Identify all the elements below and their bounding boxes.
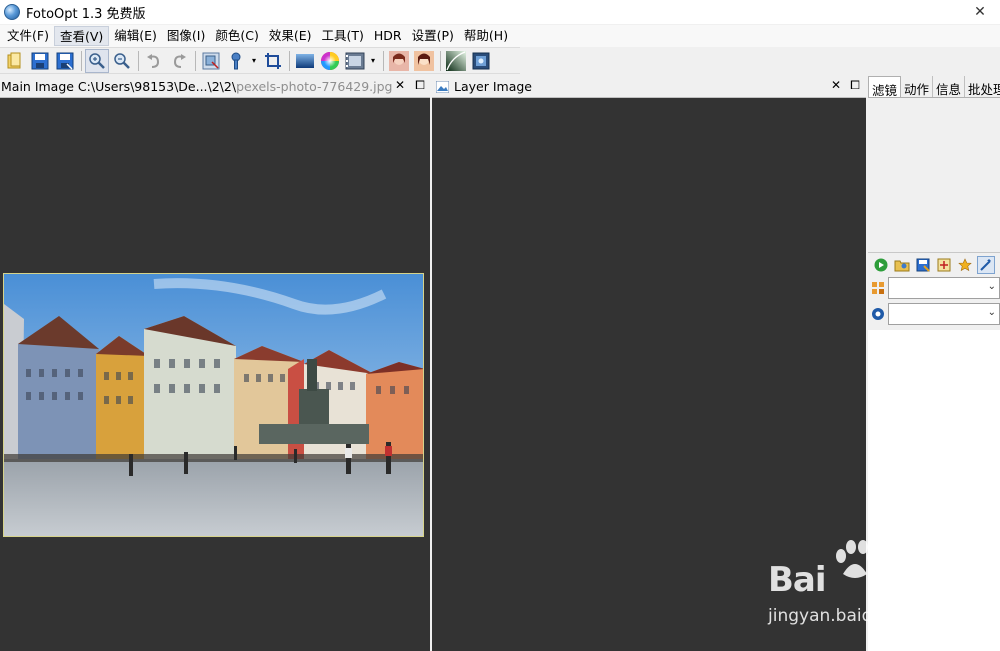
save-filter-icon[interactable]	[914, 256, 932, 274]
tab-batch[interactable]: 批处理	[965, 76, 1000, 97]
layer-image-panel-header: Layer Image ✕ ⧠	[432, 76, 866, 98]
preset-target-icon	[871, 307, 885, 321]
tab-actions[interactable]: 动作	[901, 76, 934, 97]
filter-category-select[interactable]: ⌄	[888, 277, 1000, 299]
menu-color[interactable]: 颜色(C)	[210, 26, 263, 46]
gradient-icon[interactable]	[293, 49, 317, 73]
toolbar-separator	[440, 50, 441, 71]
menu-edit[interactable]: 编辑(E)	[109, 26, 162, 46]
menu-bar: 文件(F) 查看(V) 编辑(E) 图像(I) 颜色(C) 效果(E) 工具(T…	[0, 25, 1000, 47]
menu-tools[interactable]: 工具(T)	[317, 26, 369, 46]
title-bar: FotoOpt 1.3 免费版 ✕	[0, 0, 1000, 24]
open-folder-icon[interactable]	[893, 256, 911, 274]
undo-icon[interactable]	[142, 49, 166, 73]
toolbar-separator	[195, 50, 196, 71]
menu-settings[interactable]: 设置(P)	[407, 26, 459, 46]
filter-preview-area	[868, 98, 1000, 248]
menu-hdr[interactable]: HDR	[369, 26, 407, 46]
toolbar-separator	[383, 50, 384, 71]
layer-panel-close-button[interactable]: ✕	[828, 78, 844, 92]
watermark-brand: Bai	[768, 560, 827, 600]
baidu-jingyan-watermark: Bai 经验 jingyan.baidu.com	[765, 540, 985, 630]
filter-preset-select[interactable]: ⌄	[888, 303, 1000, 325]
toolbar-separator	[138, 50, 139, 71]
tab-info[interactable]: 信息	[933, 76, 966, 97]
save-as-icon[interactable]	[53, 49, 77, 73]
filter-preset-row: ⌄	[868, 302, 1000, 326]
toolbar-separator	[81, 50, 82, 71]
main-image-path: Main Image C:\Users\98153\De...\2\2\	[1, 79, 237, 94]
tab-filters[interactable]: 滤镜	[868, 76, 902, 98]
open-icon[interactable]	[3, 49, 27, 73]
magic-wand-icon[interactable]	[977, 255, 995, 274]
resize-icon[interactable]	[199, 49, 223, 73]
menu-file[interactable]: 文件(F)	[2, 26, 54, 46]
add-filter-icon[interactable]	[935, 256, 953, 274]
main-image-filename: pexels-photo-776429.jpg	[236, 79, 393, 94]
menu-view[interactable]: 查看(V)	[53, 26, 110, 46]
toolbar-separator	[289, 50, 290, 71]
menu-help[interactable]: 帮助(H)	[459, 26, 513, 46]
film-icon[interactable]	[343, 49, 367, 73]
filter-category-row: ⌄	[868, 276, 1000, 300]
color-wheel-icon[interactable]	[318, 49, 342, 73]
main-panel-maximize-button[interactable]: ⧠	[412, 78, 428, 93]
portrait-warm-icon[interactable]	[412, 49, 436, 73]
layer-image-icon	[436, 80, 449, 93]
zoom-out-icon[interactable]	[110, 49, 134, 73]
brush-dropdown-button[interactable]: ▾	[249, 49, 259, 73]
baidu-paw-logo	[836, 540, 877, 578]
menu-image[interactable]: 图像(I)	[162, 26, 210, 46]
layer-image-title: Layer Image	[454, 79, 532, 94]
category-grid-icon	[871, 281, 885, 295]
chevron-down-icon: ⌄	[987, 307, 996, 318]
curve-icon[interactable]	[444, 49, 468, 73]
brush-icon[interactable]	[224, 49, 248, 73]
city-square-photo	[4, 274, 423, 536]
crop-icon[interactable]	[261, 49, 285, 73]
main-toolbar: ▾ ▾	[0, 47, 520, 74]
main-panel-close-button[interactable]: ✕	[392, 78, 408, 92]
play-icon[interactable]	[872, 256, 890, 274]
frame-icon[interactable]	[469, 49, 493, 73]
watermark-url: jingyan.baidu.com	[768, 606, 925, 626]
window-close-button[interactable]: ✕	[960, 0, 1000, 24]
app-logo-icon	[4, 4, 20, 20]
film-dropdown-button[interactable]: ▾	[368, 49, 378, 73]
main-photo[interactable]	[3, 273, 424, 537]
filter-toolbar	[868, 252, 1000, 276]
save-icon[interactable]	[28, 49, 52, 73]
chevron-down-icon: ⌄	[987, 281, 996, 292]
portrait-icon[interactable]	[387, 49, 411, 73]
redo-icon[interactable]	[167, 49, 191, 73]
watermark-jingyan: 经验	[910, 570, 963, 600]
main-image-title: Main Image C:\Users\98153\De...\2\2\pexe…	[0, 79, 393, 94]
zoom-in-icon[interactable]	[85, 48, 109, 73]
menu-effects[interactable]: 效果(E)	[264, 26, 317, 46]
layer-panel-maximize-button[interactable]: ⧠	[847, 78, 863, 93]
main-image-panel-header: Main Image C:\Users\98153\De...\2\2\pexe…	[0, 76, 430, 98]
right-panel-tabs: 滤镜 动作 信息 批处理	[868, 76, 1000, 98]
star-filter-icon[interactable]	[956, 256, 974, 274]
window-title: FotoOpt 1.3 免费版	[26, 6, 146, 22]
